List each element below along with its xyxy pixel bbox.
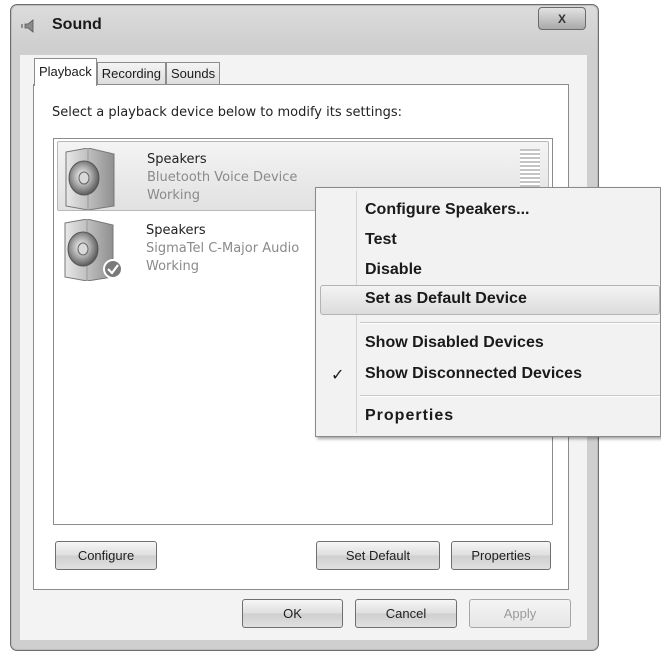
menu-item-disable[interactable]: Disable bbox=[320, 256, 661, 284]
checkmark-icon: ✓ bbox=[331, 367, 345, 384]
tab-recording[interactable]: Recording bbox=[96, 62, 167, 85]
menu-item-label: Test bbox=[365, 231, 397, 248]
device-status: Working bbox=[146, 259, 200, 274]
menu-item-show-disabled[interactable]: Show Disabled Devices bbox=[320, 329, 661, 357]
title-bar[interactable]: Sound bbox=[11, 5, 598, 47]
device-context-menu: Configure Speakers... Test Disable Set a… bbox=[315, 187, 661, 437]
close-icon: X bbox=[557, 11, 566, 26]
device-description: Bluetooth Voice Device bbox=[147, 170, 298, 185]
menu-item-set-as-default[interactable]: Set as Default Device bbox=[320, 285, 660, 315]
ok-button[interactable]: OK bbox=[242, 599, 343, 628]
configure-button[interactable]: Configure bbox=[55, 541, 157, 570]
set-default-button[interactable]: Set Default bbox=[316, 541, 440, 570]
menu-item-show-disconnected[interactable]: ✓ Show Disconnected Devices bbox=[320, 360, 661, 388]
menu-item-label: Disable bbox=[365, 261, 422, 278]
device-name: Speakers bbox=[146, 223, 206, 238]
menu-separator bbox=[360, 322, 660, 324]
speaker-device-icon bbox=[64, 219, 123, 281]
tab-strip: Playback Recording Sounds bbox=[34, 58, 221, 86]
menu-item-test[interactable]: Test bbox=[320, 226, 661, 254]
speaker-device-icon bbox=[65, 148, 115, 210]
tab-sounds[interactable]: Sounds bbox=[166, 62, 221, 85]
menu-item-label: Configure Speakers... bbox=[365, 201, 530, 218]
apply-button[interactable]: Apply bbox=[469, 599, 571, 628]
device-status: Working bbox=[147, 188, 201, 203]
properties-button[interactable]: Properties bbox=[451, 541, 551, 570]
device-description: SigmaTel C-Major Audio bbox=[146, 241, 300, 256]
menu-item-label: Properties bbox=[365, 407, 455, 424]
menu-item-label: Set as Default Device bbox=[365, 290, 527, 307]
cancel-button[interactable]: Cancel bbox=[355, 599, 457, 628]
menu-separator bbox=[360, 395, 660, 397]
close-button[interactable]: X bbox=[538, 7, 586, 30]
menu-item-label: Show Disabled Devices bbox=[365, 334, 544, 351]
volume-level-meter bbox=[520, 149, 540, 191]
device-name: Speakers bbox=[147, 152, 207, 167]
menu-item-properties[interactable]: Properties bbox=[320, 402, 661, 430]
tab-playback[interactable]: Playback bbox=[34, 58, 97, 86]
speaker-icon bbox=[21, 19, 34, 33]
menu-item-configure-speakers[interactable]: Configure Speakers... bbox=[320, 196, 661, 224]
window-title: Sound bbox=[52, 16, 102, 33]
menu-item-label: Show Disconnected Devices bbox=[365, 365, 582, 382]
instruction-text: Select a playback device below to modify… bbox=[52, 105, 402, 120]
